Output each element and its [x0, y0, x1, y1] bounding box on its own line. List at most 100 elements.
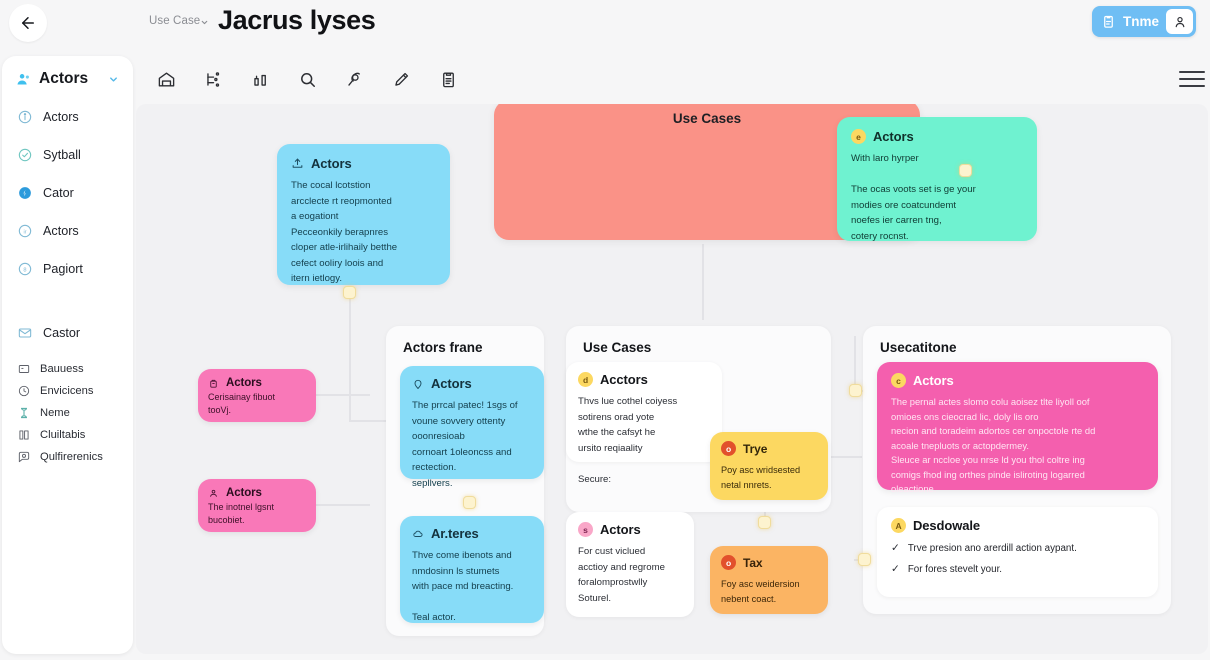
- connector-handle[interactable]: [858, 553, 871, 566]
- toolbar-sitemap-button[interactable]: [199, 64, 227, 94]
- badge-icon: c: [891, 373, 906, 388]
- canvas[interactable]: Use Cases Actors The cocal lcotstion arc…: [136, 104, 1208, 654]
- back-button[interactable]: [9, 4, 47, 42]
- top-bar: Use Case Jacrus lyses Tnme: [0, 0, 1210, 48]
- number-circle-icon: 8: [16, 261, 33, 278]
- card-title-text: Tax: [743, 555, 763, 570]
- sidebar-item-label: Neme: [40, 407, 70, 419]
- checklist-item-label: Trve presion ano arerdill action aypant.: [907, 542, 1077, 554]
- connector-handle[interactable]: [463, 496, 476, 509]
- card-tax-orange[interactable]: o Tax Foy asc weidersion nebent coact.: [710, 546, 828, 614]
- location-pin-icon: [414, 379, 422, 389]
- card-actors-blue-mid-2[interactable]: Ar.teres Thve come ibenots and nmdosinn …: [400, 516, 544, 623]
- card-body: The prrcal patec! 1sgs of voune sovvery …: [412, 400, 518, 489]
- toolbar-clipboard-button[interactable]: [434, 64, 462, 94]
- card-body: The pernal actes slomo colu aoisez tlte …: [891, 396, 1096, 495]
- card-title: Ar.teres: [412, 526, 532, 541]
- sidebar-divider-gap: [2, 288, 133, 314]
- sidebar-item-castor[interactable]: Castor: [2, 314, 133, 352]
- checklist-item[interactable]: ✓ Trve presion ano arerdill action aypan…: [891, 542, 1144, 554]
- sidebar-item-qulfirerenics[interactable]: Qulfirerenics: [2, 446, 133, 468]
- frame-title: Use Cases: [583, 340, 652, 355]
- sitemap-icon: [206, 71, 219, 87]
- canvas-content: Use Cases Actors The cocal lcotstion arc…: [136, 104, 1208, 654]
- card-title: Actors: [208, 377, 306, 389]
- connector-handle[interactable]: [849, 384, 862, 397]
- info-circle-icon: [16, 109, 33, 126]
- card-body: With laro hyrper The ocas voots set is g…: [851, 153, 976, 242]
- header-action-label[interactable]: Tnme: [1123, 14, 1159, 29]
- card-title: o Trye: [721, 441, 817, 456]
- filled-circle-icon: [16, 185, 33, 202]
- toolbar-chart-button[interactable]: [246, 64, 274, 94]
- sidebar-item-bauuess[interactable]: Bauuess: [2, 358, 133, 380]
- card-title-text: Actors: [600, 522, 641, 537]
- card-usecase-2[interactable]: s Actors For cust viclued acctioy and re…: [566, 512, 694, 617]
- card-usecase-1[interactable]: d Acctors Thvs lue cothel coiyess sotire…: [566, 362, 722, 485]
- connector-edge: [349, 292, 351, 420]
- toolbar: [134, 56, 1210, 106]
- person-icon: [210, 489, 217, 497]
- comment-search-icon: [16, 450, 31, 465]
- sidebar-item-actors-1[interactable]: Actors: [2, 98, 133, 136]
- chevron-down-icon[interactable]: [200, 18, 209, 27]
- sidebar-item-actors-2[interactable]: ir Actors: [2, 212, 133, 250]
- user-icon: [1175, 16, 1184, 27]
- mail-icon: [16, 325, 33, 342]
- card-body: Poy asc wridsested netal nnrets.: [721, 465, 801, 490]
- cloud-icon: [413, 530, 423, 537]
- card-actors-teal-top[interactable]: e Actors With laro hyrper The ocas voots…: [837, 117, 1037, 242]
- card-actors-pink-1[interactable]: Actors Cerisainay fibuot tooVj.: [198, 369, 316, 422]
- sidebar-item-envicicens[interactable]: Envicicens: [2, 380, 133, 402]
- connector-handle[interactable]: [758, 516, 771, 529]
- sidebar-item-label: Bauuess: [40, 363, 84, 375]
- sidebar-item-pagiort[interactable]: 8 Pagiort: [2, 250, 133, 288]
- toolbar-tag-button[interactable]: [340, 64, 368, 94]
- home-icon: [158, 71, 174, 87]
- card-checklist[interactable]: A Desdowale ✓ Trve presion ano arerdill …: [877, 507, 1158, 597]
- sidebar-header[interactable]: Actors: [2, 56, 133, 98]
- user-group-icon: [17, 73, 29, 84]
- sidebar-item-label: Castor: [43, 326, 81, 340]
- hamburger-menu-icon[interactable]: [1179, 69, 1205, 89]
- sidebar-item-label: Pagiort: [43, 262, 83, 276]
- card-title-text: Actors: [913, 373, 954, 388]
- toolbar-home-button[interactable]: [152, 64, 180, 94]
- card-body: Foy asc weidersion nebent coact.: [721, 579, 800, 604]
- card-title: c Actors: [891, 373, 1144, 388]
- connector-edge: [702, 254, 704, 320]
- checklist-item[interactable]: ✓ For fores stevelt your.: [891, 563, 1144, 575]
- connector-edge: [830, 456, 862, 458]
- breadcrumb[interactable]: Use Case: [149, 15, 200, 27]
- sidebar-item-cluiltabis[interactable]: Cluiltabis: [2, 424, 133, 446]
- card-title: o Tax: [721, 555, 817, 570]
- arrow-left-icon: [22, 17, 34, 29]
- connector-edge: [312, 394, 370, 396]
- toolbar-pencil-button[interactable]: [387, 64, 415, 94]
- svg-text:8: 8: [23, 267, 26, 273]
- card-body: For cust viclued acctioy and regrome for…: [578, 546, 665, 604]
- card-body: Thve come ibenots and nmdosinn ls stumet…: [412, 550, 514, 624]
- check-circle-icon: [16, 147, 33, 164]
- search-icon: [300, 72, 315, 87]
- card-actors-pink-right[interactable]: c Actors The pernal actes slomo colu aoi…: [877, 362, 1158, 494]
- card-trye-yellow[interactable]: o Trye Poy asc wridsested netal nnrets.: [710, 432, 828, 500]
- card-title-text: Acctors: [600, 372, 648, 387]
- check-icon: ✓: [891, 563, 900, 575]
- sidebar-item-sytball[interactable]: Sytball: [2, 136, 133, 174]
- sidebar-item-cator[interactable]: Cator: [2, 174, 133, 212]
- toolbar-search-button[interactable]: [293, 64, 321, 94]
- connector-handle[interactable]: [343, 286, 356, 299]
- chevron-down-icon[interactable]: [108, 74, 119, 85]
- card-actors-blue-top[interactable]: Actors The cocal lcotstion arcclecte rt …: [277, 144, 450, 285]
- card-actors-pink-2[interactable]: Actors The inotnel lgsnt bucobiet.: [198, 479, 316, 532]
- card-title-text: Actors: [873, 129, 914, 144]
- connector-handle[interactable]: [959, 164, 972, 177]
- badge-icon: o: [721, 441, 736, 456]
- card-actors-blue-mid-1[interactable]: Actors The prrcal patec! 1sgs of voune s…: [400, 366, 544, 489]
- avatar[interactable]: [1166, 9, 1193, 34]
- sidebar-item-neme[interactable]: Neme: [2, 402, 133, 424]
- toolbar-icon-group: [152, 64, 462, 94]
- connector-edge: [312, 504, 370, 506]
- frame-title: Usecatitone: [880, 340, 957, 355]
